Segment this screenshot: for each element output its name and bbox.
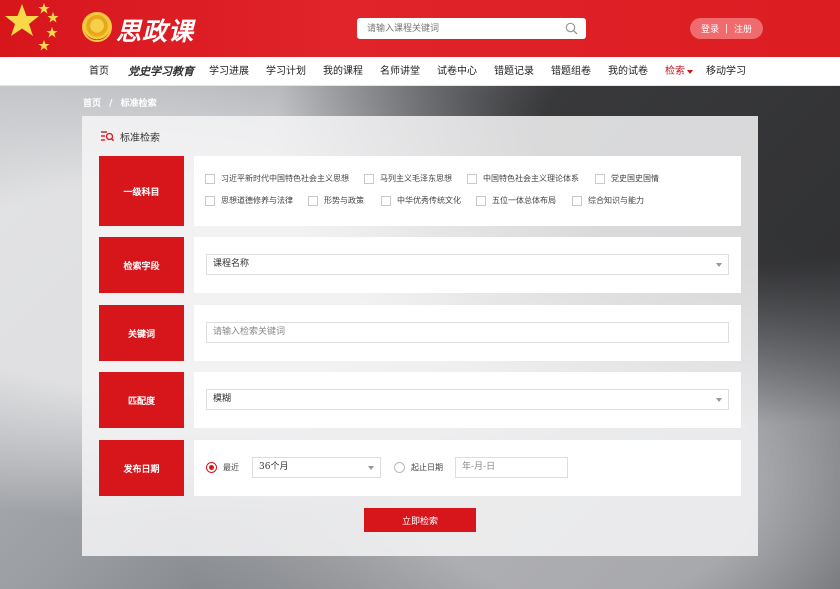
range-radio[interactable]: 起止日期 [394, 462, 443, 473]
nav-item-mobile[interactable]: 移动学习 [706, 57, 746, 86]
nav-item-search[interactable]: 检索 [665, 57, 693, 86]
checkbox[interactable] [595, 173, 605, 184]
breadcrumb: 首页 / 标准检索 [83, 96, 162, 109]
panel-title-text: 标准检索 [120, 133, 160, 144]
nav-item-wrong-records[interactable]: 错题记录 [494, 57, 534, 86]
range-radio-label: 起止日期 [411, 463, 443, 472]
subject-option-label: 综合知识与能力 [588, 196, 644, 205]
nav-item-my-exams[interactable]: 我的试卷 [608, 57, 648, 86]
nav-item-party-history[interactable]: 党史学习教育 [128, 57, 194, 86]
subject-option[interactable]: 综合知识与能力 [572, 195, 644, 206]
field-content: 课程名称 [194, 237, 741, 293]
recent-radio-label: 最近 [223, 463, 239, 472]
search-icon[interactable] [565, 22, 578, 35]
subject-option-label: 中华优秀传统文化 [397, 196, 461, 205]
login-register-group: 登录 | 注册 [690, 18, 763, 39]
field-select[interactable]: 课程名称 [206, 254, 729, 275]
checkbox[interactable] [381, 195, 391, 206]
match-select[interactable]: 模糊 [206, 389, 729, 410]
course-search-box[interactable] [357, 18, 586, 39]
caret-down-icon [687, 69, 693, 74]
checkbox[interactable] [205, 173, 215, 184]
top-header: 思政课 登录 | 注册 [0, 0, 840, 57]
subject-row: 一级科目 习近平新时代中国特色社会主义思想 马列主义毛泽东思想 中国特色社会主义… [99, 156, 741, 226]
match-label: 匹配度 [99, 372, 184, 428]
recent-radio[interactable]: 最近 [206, 462, 239, 473]
match-select-value: 模糊 [213, 394, 232, 404]
search-list-icon [101, 131, 114, 142]
nav-item-home[interactable]: 首页 [89, 57, 109, 86]
subject-option-label: 马列主义毛泽东思想 [380, 174, 452, 183]
course-search-input[interactable] [367, 21, 557, 36]
subject-option-label: 五位一体总体布局 [492, 196, 556, 205]
subject-option-label: 党史国史国情 [611, 174, 659, 183]
keyword-input[interactable]: 请输入检索关键词 [206, 322, 729, 343]
breadcrumb-current: 标准检索 [120, 99, 157, 109]
keyword-content: 请输入检索关键词 [194, 305, 741, 361]
checkbox[interactable] [572, 195, 582, 206]
subject-option[interactable]: 马列主义毛泽东思想 [364, 173, 452, 184]
chevron-down-icon [368, 466, 374, 470]
radio-dot[interactable] [394, 462, 405, 473]
match-content: 模糊 [194, 372, 741, 428]
field-label: 检索字段 [99, 237, 184, 293]
checkbox[interactable] [476, 195, 486, 206]
subject-option[interactable]: 思想道德修养与法律 [205, 195, 293, 206]
chevron-down-icon [716, 263, 722, 267]
subject-label: 一级科目 [99, 156, 184, 226]
nav-item-progress[interactable]: 学习进展 [209, 57, 249, 86]
subject-option-label: 习近平新时代中国特色社会主义思想 [221, 174, 349, 183]
breadcrumb-sep: / [109, 99, 113, 109]
nav-item-my-courses[interactable]: 我的课程 [323, 57, 363, 86]
separator: | [724, 23, 729, 34]
date-range-input[interactable]: 年-月-日 [455, 457, 568, 478]
date-content: 最近 36个月 起止日期 年-月-日 [194, 440, 741, 496]
match-row: 匹配度 模糊 [99, 372, 741, 428]
subject-options: 习近平新时代中国特色社会主义思想 马列主义毛泽东思想 中国特色社会主义理论体系 … [194, 156, 741, 226]
date-row: 发布日期 最近 36个月 起止日期 年-月-日 [99, 440, 741, 496]
chevron-down-icon [716, 398, 722, 402]
search-submit-button[interactable]: 立即检索 [364, 508, 476, 532]
nav-item-search-label: 检索 [665, 66, 685, 77]
nav-item-wrong-exam[interactable]: 错题组卷 [551, 57, 591, 86]
subject-option-label: 形势与政策 [324, 196, 364, 205]
checkbox[interactable] [205, 195, 215, 206]
flag-stars-icon [5, 3, 59, 51]
date-label: 发布日期 [99, 440, 184, 496]
subject-option[interactable]: 习近平新时代中国特色社会主义思想 [205, 173, 349, 184]
nav-item-plan[interactable]: 学习计划 [266, 57, 306, 86]
breadcrumb-home[interactable]: 首页 [83, 99, 101, 109]
site-logo-text[interactable]: 思政课 [116, 12, 194, 48]
search-panel: 标准检索 一级科目 习近平新时代中国特色社会主义思想 马列主义毛泽东思想 中国特… [82, 116, 758, 556]
login-link[interactable]: 登录 [701, 22, 719, 35]
main-nav: 首页 党史学习教育 学习进展 学习计划 我的课程 名师讲堂 试卷中心 错题记录 … [0, 57, 840, 86]
subject-option[interactable]: 中国特色社会主义理论体系 [467, 173, 579, 184]
checkbox[interactable] [364, 173, 374, 184]
nav-item-lectures[interactable]: 名师讲堂 [380, 57, 420, 86]
checkbox[interactable] [467, 173, 477, 184]
field-row: 检索字段 课程名称 [99, 237, 741, 293]
national-emblem-icon [82, 12, 112, 42]
subject-option-label: 中国特色社会主义理论体系 [483, 174, 579, 183]
keyword-row: 关键词 请输入检索关键词 [99, 305, 741, 361]
keyword-label: 关键词 [99, 305, 184, 361]
nav-item-exam-center[interactable]: 试卷中心 [437, 57, 477, 86]
recent-period-value: 36个月 [259, 462, 289, 472]
subject-option[interactable]: 中华优秀传统文化 [381, 195, 461, 206]
subject-option[interactable]: 党史国史国情 [595, 173, 659, 184]
register-link[interactable]: 注册 [734, 22, 752, 35]
checkbox[interactable] [308, 195, 318, 206]
subject-option-label: 思想道德修养与法律 [221, 196, 293, 205]
radio-dot[interactable] [206, 462, 217, 473]
panel-title: 标准检索 [101, 129, 160, 144]
subject-option[interactable]: 形势与政策 [308, 195, 364, 206]
subject-option[interactable]: 五位一体总体布局 [476, 195, 556, 206]
recent-period-select[interactable]: 36个月 [252, 457, 381, 478]
field-select-value: 课程名称 [213, 259, 250, 269]
